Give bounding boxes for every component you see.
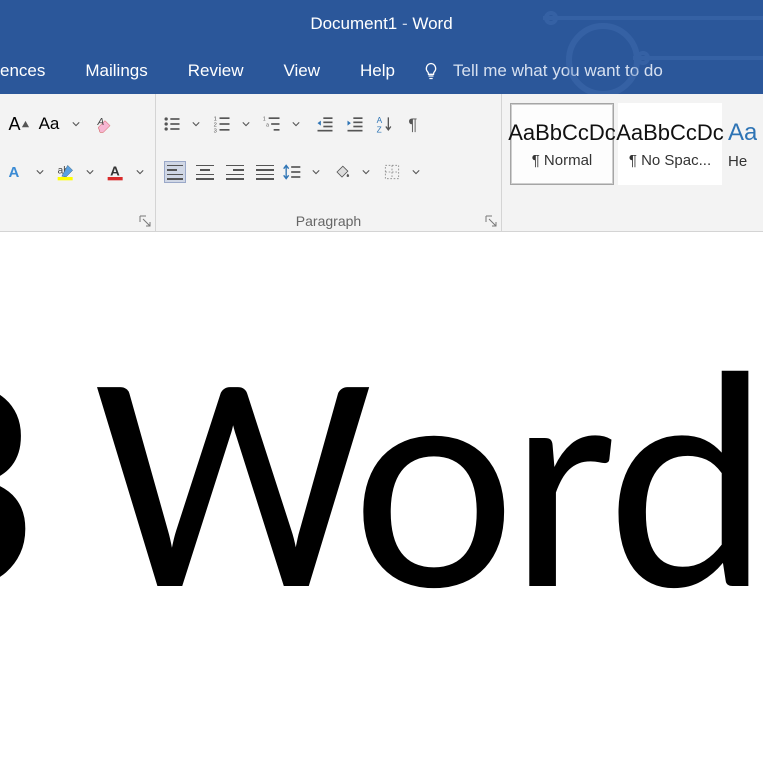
shading-button[interactable] (332, 156, 378, 188)
borders-dropdown[interactable] (402, 156, 428, 188)
align-left-button[interactable] (162, 156, 188, 188)
grow-font-button[interactable]: A (6, 108, 32, 140)
paragraph-group: 123 1a AZ ¶ (156, 94, 502, 231)
svg-text:A: A (9, 164, 20, 181)
svg-text:a: a (266, 123, 269, 129)
align-center-icon (194, 161, 216, 183)
line-spacing-dropdown[interactable] (302, 156, 328, 188)
change-case-dropdown[interactable] (62, 108, 88, 140)
document-canvas[interactable]: 3 Word (0, 232, 763, 763)
font-color-dropdown[interactable] (126, 156, 152, 188)
font-dialog-launcher-icon[interactable] (139, 215, 151, 227)
style-gallery: AaBbCcDc ¶ Normal AaBbCcDc ¶ No Spac... … (510, 100, 759, 188)
tell-me-search[interactable]: Tell me what you want to do (421, 61, 663, 81)
bullets-icon (162, 114, 182, 134)
svg-text:¶: ¶ (408, 115, 417, 134)
highlight-button[interactable]: ab (56, 156, 102, 188)
paragraph-dialog-launcher-icon[interactable] (485, 215, 497, 227)
numbering-icon: 123 (212, 114, 232, 134)
font-group: A Aa A A ab A (0, 94, 156, 231)
numbering-button[interactable]: 123 (212, 108, 258, 140)
text-effects-button[interactable]: A (6, 156, 52, 188)
tell-me-text: Tell me what you want to do (453, 61, 663, 81)
increase-indent-button[interactable] (342, 108, 368, 140)
pilcrow-icon: ¶ (405, 114, 425, 134)
align-center-button[interactable] (192, 156, 218, 188)
titlebar: Document1 - Word (0, 0, 763, 47)
eraser-icon: A (95, 114, 115, 134)
align-right-button[interactable] (222, 156, 248, 188)
ribbon: A Aa A A ab A (0, 94, 763, 232)
highlight-icon: ab (56, 162, 76, 182)
borders-icon (382, 162, 402, 182)
multilevel-dropdown[interactable] (282, 108, 308, 140)
show-hide-paragraph-button[interactable]: ¶ (402, 108, 428, 140)
line-spacing-icon (282, 162, 302, 182)
ribbon-tabbar: ences Mailings Review View Help Tell me … (0, 47, 763, 94)
decrease-indent-button[interactable] (312, 108, 338, 140)
lightbulb-icon (421, 61, 441, 81)
indent-icon (345, 114, 365, 134)
numbering-dropdown[interactable] (232, 108, 258, 140)
bullets-button[interactable] (162, 108, 208, 140)
shading-dropdown[interactable] (352, 156, 378, 188)
multilevel-icon: 1a (262, 114, 282, 134)
tab-mailings[interactable]: Mailings (65, 47, 167, 94)
font-color-button[interactable]: A (106, 156, 152, 188)
text-effects-icon: A (6, 162, 26, 182)
svg-text:3: 3 (214, 128, 217, 134)
outdent-icon (315, 114, 335, 134)
paragraph-group-label: Paragraph (156, 213, 501, 229)
tab-review[interactable]: Review (168, 47, 264, 94)
style-no-spacing[interactable]: AaBbCcDc ¶ No Spac... (618, 103, 722, 185)
tab-references-partial[interactable]: ences (0, 47, 65, 94)
multilevel-list-button[interactable]: 1a (262, 108, 308, 140)
sort-icon: AZ (375, 114, 395, 134)
clear-formatting-button[interactable]: A (92, 108, 118, 140)
svg-text:A: A (97, 117, 105, 128)
align-right-icon (224, 161, 246, 183)
borders-button[interactable] (382, 156, 428, 188)
svg-text:A: A (110, 163, 120, 178)
line-spacing-button[interactable] (282, 156, 328, 188)
document-title: Document1 - Word (310, 14, 452, 34)
font-color-icon: A (106, 162, 126, 182)
bullets-dropdown[interactable] (182, 108, 208, 140)
styles-group: AaBbCcDc ¶ Normal AaBbCcDc ¶ No Spac... … (502, 94, 763, 231)
style-heading-partial[interactable]: Aa He (726, 103, 756, 185)
tab-help[interactable]: Help (340, 47, 415, 94)
document-text: 3 Word (0, 292, 763, 670)
change-case-button[interactable]: Aa (36, 108, 88, 140)
style-normal[interactable]: AaBbCcDc ¶ Normal (510, 103, 614, 185)
justify-icon (254, 161, 276, 183)
tab-view[interactable]: View (263, 47, 340, 94)
highlight-dropdown[interactable] (76, 156, 102, 188)
paint-bucket-icon (332, 162, 352, 182)
justify-button[interactable] (252, 156, 278, 188)
text-effects-dropdown[interactable] (26, 156, 52, 188)
align-left-icon (164, 161, 186, 183)
svg-text:Z: Z (377, 124, 382, 134)
sort-button[interactable]: AZ (372, 108, 398, 140)
